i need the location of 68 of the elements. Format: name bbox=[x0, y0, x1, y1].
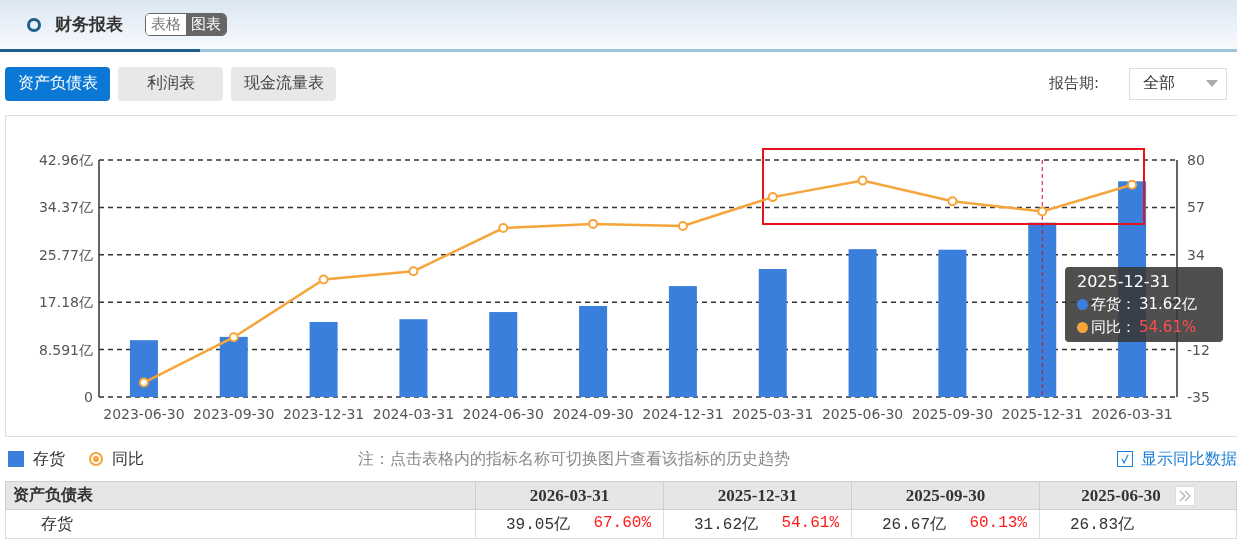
x-axis-label: 2023-09-30 bbox=[193, 406, 275, 422]
y-axis-label: 57 bbox=[1187, 199, 1205, 216]
bar[interactable] bbox=[668, 286, 697, 397]
report-tab[interactable]: 现金流量表 bbox=[231, 66, 336, 101]
note-text: 注：点击表格内的指标名称可切换图片查看该指标的历史趋势 bbox=[358, 448, 790, 470]
data-point[interactable] bbox=[1037, 206, 1048, 217]
toggle-option[interactable]: 图表 bbox=[186, 14, 226, 35]
bar[interactable] bbox=[938, 249, 967, 397]
y-axis-label: 42.96亿 bbox=[38, 152, 93, 168]
circle-icon bbox=[27, 17, 41, 32]
x-axis-label: 2025-06-30 bbox=[821, 406, 904, 422]
x-axis-label: 2025-09-30 bbox=[911, 406, 994, 422]
column-header: 2025-09-30 bbox=[851, 481, 1040, 510]
bar[interactable] bbox=[129, 340, 158, 397]
section-title: 财务报表 bbox=[55, 13, 123, 36]
x-axis-label: 2023-12-31 bbox=[282, 406, 365, 422]
x-axis-label: 2024-03-31 bbox=[372, 406, 455, 422]
y-axis-label: 34.37亿 bbox=[38, 199, 93, 216]
y-axis-label: -12 bbox=[1187, 341, 1210, 358]
bar[interactable] bbox=[758, 269, 787, 397]
yoy-cell-text: 67.60% bbox=[593, 513, 651, 534]
toggle-option[interactable]: 表格 bbox=[146, 14, 186, 35]
x-axis-label: 2024-06-30 bbox=[462, 406, 544, 422]
column-header: 2025-06-30 bbox=[1081, 485, 1161, 506]
y-axis-label: -35 bbox=[1187, 389, 1210, 405]
bar[interactable] bbox=[399, 319, 428, 397]
yoy-cell-text: 54.61% bbox=[781, 513, 839, 534]
show-yoy-checkbox[interactable]: 显示同比数据 bbox=[1117, 448, 1237, 470]
caret-icon bbox=[1206, 80, 1218, 87]
y-axis-label: 17.18亿 bbox=[38, 294, 93, 311]
table-cell-text: 39.05亿 bbox=[506, 514, 570, 535]
report-tab[interactable]: 资产负债表 bbox=[5, 66, 110, 101]
legend-label[interactable]: 同比 bbox=[112, 448, 144, 470]
y-axis-label: 34 bbox=[1187, 246, 1205, 263]
column-header: 2025-12-31 bbox=[663, 481, 852, 510]
bar[interactable] bbox=[579, 305, 608, 397]
table-cell-text: 31.62亿 bbox=[694, 514, 758, 535]
x-axis-label: 2024-09-30 bbox=[552, 406, 634, 422]
bar[interactable] bbox=[309, 321, 338, 397]
row-label[interactable]: 存货 bbox=[5, 509, 476, 539]
bar[interactable] bbox=[848, 249, 877, 397]
y-axis-label: 25.77亿 bbox=[38, 246, 93, 263]
table-cell-text: 26.83亿 bbox=[1070, 514, 1134, 535]
column-header: 2026-03-31 bbox=[475, 481, 664, 510]
legend-label[interactable]: 存货 bbox=[33, 448, 65, 470]
tooltip-label: 存货： bbox=[1091, 294, 1136, 315]
x-axis-label: 2024-12-31 bbox=[642, 406, 724, 422]
report-tab[interactable]: 利润表 bbox=[118, 66, 223, 101]
period-dropdown[interactable]: 全部 bbox=[1129, 67, 1227, 100]
bar[interactable] bbox=[489, 312, 518, 397]
tooltip-value: 31.62亿 bbox=[1139, 294, 1197, 315]
double-chevron-icon[interactable] bbox=[1174, 485, 1195, 506]
column-header: 资产负债表 bbox=[5, 481, 476, 510]
x-axis-label: 2025-03-31 bbox=[732, 406, 814, 422]
y-axis-label: 0 bbox=[84, 389, 93, 405]
y-axis-label: 8.591亿 bbox=[38, 341, 93, 358]
bar[interactable] bbox=[219, 336, 248, 397]
table-cell-text: 26.67亿 bbox=[882, 514, 946, 535]
tooltip-title: 2025-12-31 bbox=[1077, 271, 1171, 293]
x-axis-label: 2025-12-31 bbox=[1001, 406, 1083, 422]
tooltip-label: 同比： bbox=[1091, 317, 1136, 338]
y-axis-label: 80 bbox=[1187, 152, 1205, 168]
tooltip-value: 54.61% bbox=[1139, 317, 1197, 338]
yoy-cell-text: 60.13% bbox=[969, 513, 1027, 534]
bar[interactable] bbox=[1028, 222, 1057, 397]
x-axis-label: 2026-03-31 bbox=[1091, 406, 1173, 422]
period-label: 报告期: bbox=[1048, 74, 1099, 93]
x-axis-label: 2023-06-30 bbox=[103, 406, 185, 422]
